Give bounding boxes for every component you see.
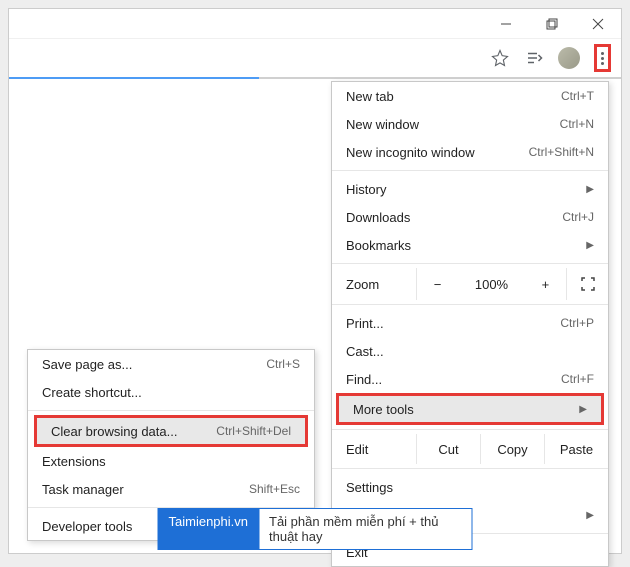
bookmark-star-button[interactable] [490,48,510,68]
highlight-more-tools: More tools ▶ [336,393,604,425]
menu-shortcut: Ctrl+F [561,372,594,386]
media-icon [525,49,543,67]
menu-shortcut: Ctrl+N [560,117,594,131]
menu-shortcut: Ctrl+Shift+N [529,145,594,159]
submenu-save-page[interactable]: Save page as... Ctrl+S [28,350,314,378]
maximize-icon [546,18,558,30]
menu-shortcut: Ctrl+J [562,210,594,224]
menu-settings[interactable]: Settings [332,473,608,501]
menu-edit-row: Edit Cut Copy Paste [332,434,608,464]
highlight-clear-data: Clear browsing data... Ctrl+Shift+Del [34,415,308,447]
address-bar-focus [9,77,259,79]
menu-label: Print... [346,316,384,331]
kebab-dot [601,57,604,60]
menu-label: Create shortcut... [42,385,142,400]
menu-label: Downloads [346,210,410,225]
zoom-in-button[interactable]: + [542,277,550,292]
media-control-button[interactable] [524,48,544,68]
zoom-value: 100% [475,277,508,292]
menu-print[interactable]: Print... Ctrl+P [332,309,608,337]
menu-label: Developer tools [42,519,132,534]
menu-zoom: Zoom − 100% + [332,268,608,300]
menu-label: Find... [346,372,382,387]
menu-label: Bookmarks [346,238,411,253]
menu-label: Clear browsing data... [51,424,177,439]
menu-shortcut: Ctrl+T [561,89,594,103]
submenu-create-shortcut[interactable]: Create shortcut... [28,378,314,406]
edit-label: Edit [332,434,416,464]
toolbar [9,39,621,79]
menu-label: History [346,182,386,197]
titlebar [9,9,621,39]
menu-separator [332,170,608,171]
menu-label: Extensions [42,454,106,469]
menu-label: Task manager [42,482,124,497]
main-menu-button[interactable] [594,44,611,72]
menu-label: New incognito window [346,145,475,160]
menu-label: More tools [353,402,414,417]
menu-separator [28,410,314,411]
profile-avatar[interactable] [558,47,580,69]
menu-separator [332,468,608,469]
close-icon [592,18,604,30]
footer-badge[interactable]: Taimienphi.vn [158,508,260,550]
submenu-clear-browsing-data[interactable]: Clear browsing data... Ctrl+Shift+Del [37,418,305,444]
edit-cut-button[interactable]: Cut [416,434,480,464]
zoom-out-button[interactable]: − [434,277,442,292]
menu-separator [332,263,608,264]
maximize-button[interactable] [529,9,575,39]
menu-label: New tab [346,89,394,104]
edit-paste-button[interactable]: Paste [544,434,608,464]
close-button[interactable] [575,9,621,39]
fullscreen-icon [581,277,595,291]
menu-new-window[interactable]: New window Ctrl+N [332,110,608,138]
menu-find[interactable]: Find... Ctrl+F [332,365,608,393]
footer-banner: Taimienphi.vn Tải phần mềm miễn phí + th… [158,508,473,550]
menu-shortcut: Shift+Esc [249,482,300,496]
menu-label: Settings [346,480,393,495]
menu-label: Save page as... [42,357,132,372]
main-menu: New tab Ctrl+T New window Ctrl+N New inc… [331,81,609,567]
menu-history[interactable]: History ▶ [332,175,608,203]
browser-window: New tab Ctrl+T New window Ctrl+N New inc… [8,8,622,554]
menu-shortcut: Ctrl+S [266,357,300,371]
menu-label: New window [346,117,419,132]
menu-shortcut: Ctrl+Shift+Del [216,424,291,438]
menu-downloads[interactable]: Downloads Ctrl+J [332,203,608,231]
kebab-dot [601,52,604,55]
menu-new-incognito[interactable]: New incognito window Ctrl+Shift+N [332,138,608,166]
footer-text: Tải phần mềm miễn phí + thủ thuật hay [259,508,473,550]
zoom-label: Zoom [332,277,416,292]
star-icon [491,49,509,67]
chevron-right-icon: ▶ [586,184,594,195]
menu-cast[interactable]: Cast... [332,337,608,365]
chevron-right-icon: ▶ [579,404,587,415]
menu-new-tab[interactable]: New tab Ctrl+T [332,82,608,110]
menu-bookmarks[interactable]: Bookmarks ▶ [332,231,608,259]
chevron-right-icon: ▶ [586,510,594,521]
menu-more-tools[interactable]: More tools ▶ [339,396,601,422]
menu-separator [332,429,608,430]
submenu-task-manager[interactable]: Task manager Shift+Esc [28,475,314,503]
submenu-extensions[interactable]: Extensions [28,447,314,475]
fullscreen-button[interactable] [566,268,608,300]
kebab-dot [601,62,604,65]
menu-label: Cast... [346,344,384,359]
chevron-right-icon: ▶ [586,240,594,251]
minimize-icon [500,18,512,30]
edit-copy-button[interactable]: Copy [480,434,544,464]
menu-separator [332,304,608,305]
menu-shortcut: Ctrl+P [560,316,594,330]
minimize-button[interactable] [483,9,529,39]
